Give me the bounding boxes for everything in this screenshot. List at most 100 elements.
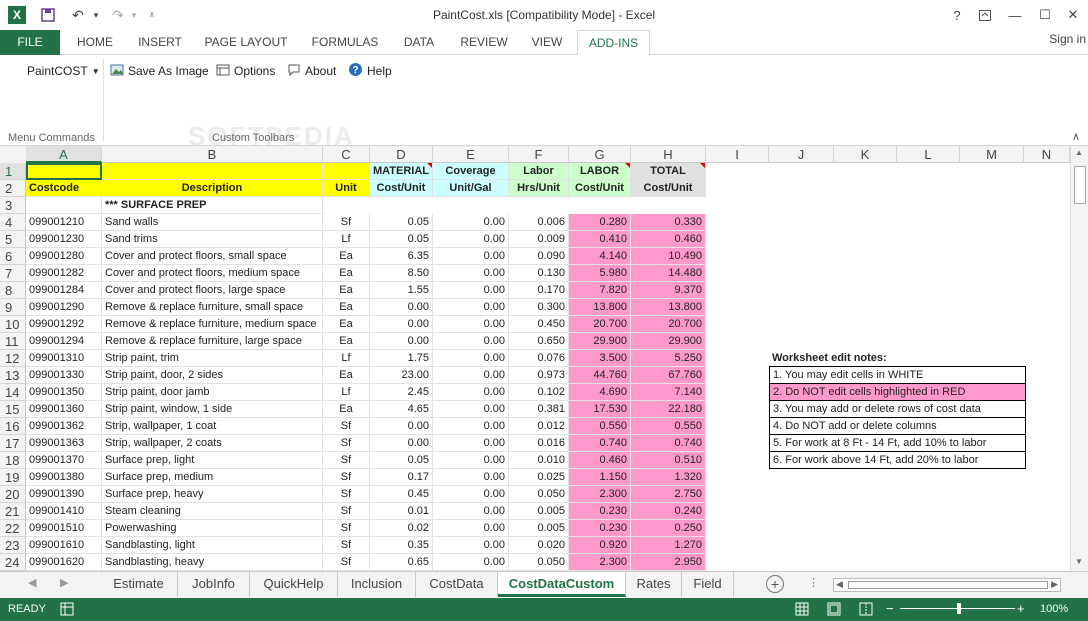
column-header-h[interactable]: H [631,146,706,163]
cell-e24[interactable]: 0.00 [433,554,509,571]
cell-c2[interactable]: Unit [323,180,370,197]
tab-split-icon[interactable]: ⋮ [808,576,819,589]
row-header[interactable]: 19 [0,469,26,486]
cell-e21[interactable]: 0.00 [433,503,509,520]
cell-g22[interactable]: 0.230 [569,520,631,537]
row-header[interactable]: 1 [0,163,26,180]
cell-g1[interactable]: LABOR [569,163,631,180]
cell-f17[interactable]: 0.016 [509,435,569,452]
cell-d4[interactable]: 0.05 [370,214,433,231]
cell-f15[interactable]: 0.381 [509,401,569,418]
page-layout-view-icon[interactable] [827,602,841,619]
cell-a9[interactable]: 099001290 [26,299,102,316]
cell-a6[interactable]: 099001280 [26,248,102,265]
cell-h4[interactable]: 0.330 [631,214,706,231]
cell-h9[interactable]: 13.800 [631,299,706,316]
cell-b7[interactable]: Cover and protect floors, medium space [102,265,323,282]
cell-g24[interactable]: 2.300 [569,554,631,571]
cell-b24[interactable]: Sandblasting, heavy [102,554,323,571]
cell-c10[interactable]: Ea [323,316,370,333]
cell-d9[interactable]: 0.00 [370,299,433,316]
cell-e11[interactable]: 0.00 [433,333,509,350]
tab-review[interactable]: REVIEW [452,30,516,55]
cell-f21[interactable]: 0.005 [509,503,569,520]
scroll-up-icon[interactable]: ▲ [1075,148,1083,157]
row-header[interactable]: 4 [0,214,26,231]
column-header-j[interactable]: J [769,146,834,163]
cell-a4[interactable]: 099001210 [26,214,102,231]
sheet-tab-inclusion[interactable]: Inclusion [338,572,416,597]
cell-f2[interactable]: Hrs/Unit [509,180,569,197]
cell-b5[interactable]: Sand trims [102,231,323,248]
cell-b14[interactable]: Strip paint, door jamb [102,384,323,401]
cell-g18[interactable]: 0.460 [569,452,631,469]
cell-a24[interactable]: 099001620 [26,554,102,571]
cell-e20[interactable]: 0.00 [433,486,509,503]
cell-d13[interactable]: 23.00 [370,367,433,384]
select-all-corner[interactable] [0,146,26,163]
cell-f24[interactable]: 0.050 [509,554,569,571]
cell-c16[interactable]: Sf [323,418,370,435]
cell-f16[interactable]: 0.012 [509,418,569,435]
cell-g17[interactable]: 0.740 [569,435,631,452]
cell-e8[interactable]: 0.00 [433,282,509,299]
paintcost-menu-button[interactable]: PaintCOST ▼ [27,62,100,80]
zoom-level[interactable]: 100% [1040,603,1068,615]
column-header-g[interactable]: G [569,146,631,163]
cell-c5[interactable]: Lf [323,231,370,248]
cell-f9[interactable]: 0.300 [509,299,569,316]
cell-c9[interactable]: Ea [323,299,370,316]
cell-e16[interactable]: 0.00 [433,418,509,435]
cell-a5[interactable]: 099001230 [26,231,102,248]
scroll-right-icon[interactable]: ▶ [1051,579,1058,590]
cell-g16[interactable]: 0.550 [569,418,631,435]
cell-c22[interactable]: Sf [323,520,370,537]
tab-file[interactable]: FILE [0,30,60,55]
close-icon[interactable]: ✕ [1060,3,1086,27]
cell-d1[interactable]: MATERIAL [370,163,433,180]
cell-a7[interactable]: 099001282 [26,265,102,282]
cell-f7[interactable]: 0.130 [509,265,569,282]
cell-c6[interactable]: Ea [323,248,370,265]
sheet-tab-costdatacustom[interactable]: CostDataCustom [498,572,626,597]
cell-d8[interactable]: 1.55 [370,282,433,299]
tab-insert[interactable]: INSERT [128,30,192,55]
cell-c8[interactable]: Ea [323,282,370,299]
next-sheet-icon[interactable]: ▶ [60,576,68,589]
note-item[interactable]: 4. Do NOT add or delete columns [770,418,1025,435]
note-item[interactable]: 1. You may edit cells in WHITE [770,367,1025,384]
cell-c21[interactable]: Sf [323,503,370,520]
cell-c18[interactable]: Sf [323,452,370,469]
cell-h20[interactable]: 2.750 [631,486,706,503]
cell-b16[interactable]: Strip, wallpaper, 1 coat [102,418,323,435]
cell-e22[interactable]: 0.00 [433,520,509,537]
cell-a16[interactable]: 099001362 [26,418,102,435]
row-header[interactable]: 13 [0,367,26,384]
cell-g10[interactable]: 20.700 [569,316,631,333]
cell-h5[interactable]: 0.460 [631,231,706,248]
horizontal-scroll-thumb[interactable] [848,581,1048,589]
ribbon-display-icon[interactable] [972,3,998,27]
cell-f20[interactable]: 0.050 [509,486,569,503]
minimize-icon[interactable]: — [1002,3,1028,27]
cell-h18[interactable]: 0.510 [631,452,706,469]
cell-d6[interactable]: 6.35 [370,248,433,265]
cell-b1[interactable] [102,163,323,180]
column-header-a[interactable]: A [26,146,102,163]
cell-d20[interactable]: 0.45 [370,486,433,503]
cell-f10[interactable]: 0.450 [509,316,569,333]
cell-a8[interactable]: 099001284 [26,282,102,299]
row-header[interactable]: 12 [0,350,26,367]
cell-d18[interactable]: 0.05 [370,452,433,469]
cell-f12[interactable]: 0.076 [509,350,569,367]
cell-h16[interactable]: 0.550 [631,418,706,435]
cell-h13[interactable]: 67.760 [631,367,706,384]
cell-a11[interactable]: 099001294 [26,333,102,350]
cell-b21[interactable]: Steam cleaning [102,503,323,520]
row-header[interactable]: 14 [0,384,26,401]
cell-c17[interactable]: Sf [323,435,370,452]
cell-d2[interactable]: Cost/Unit [370,180,433,197]
cell-g23[interactable]: 0.920 [569,537,631,554]
options-button[interactable]: Options [216,62,275,80]
cell-f22[interactable]: 0.005 [509,520,569,537]
